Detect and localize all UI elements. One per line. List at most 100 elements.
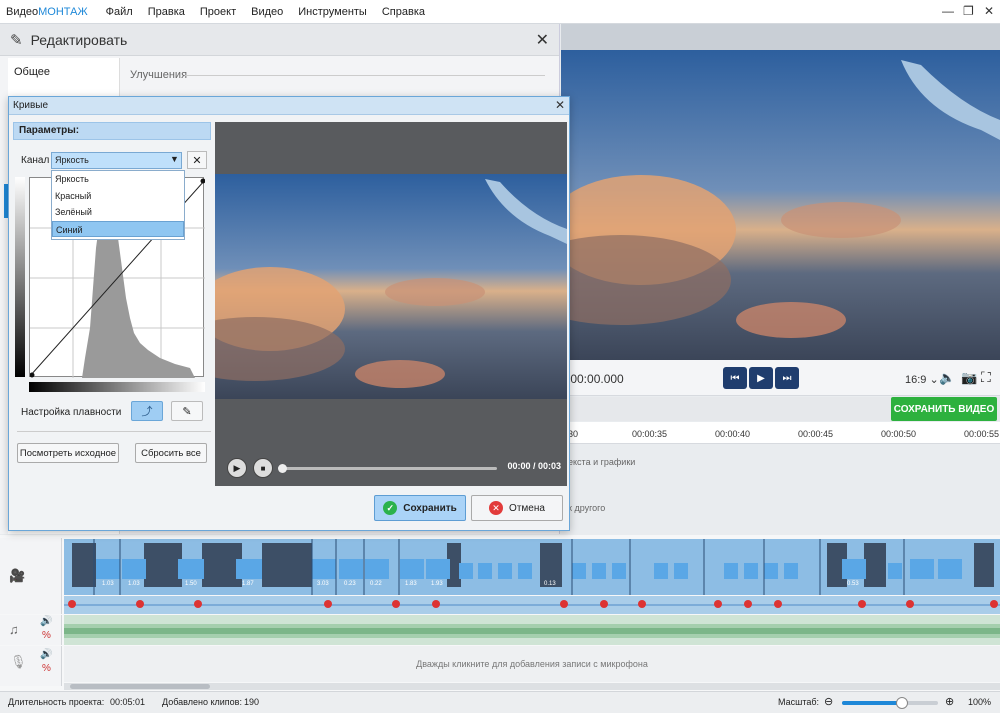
zoom-slider-handle[interactable] — [895, 697, 908, 709]
ruler-tick: 00:00:40 — [715, 429, 751, 439]
logo-suffix: МОНТАЖ — [38, 5, 88, 18]
zoom-value: 100% — [968, 697, 992, 707]
dialog-time: 00:00 / 00:03 — [507, 461, 561, 471]
play-icon: ▶ — [233, 462, 241, 473]
audio-waveform — [64, 624, 1000, 638]
skip-back-icon: ⏮ — [730, 372, 740, 384]
edit-icon: ✎ — [10, 31, 23, 49]
project-length-label: Длительность проекта: — [8, 697, 105, 707]
channel-option-blue[interactable]: Синий — [52, 220, 184, 237]
view-original-button[interactable]: Посмотреть исходное — [17, 443, 119, 463]
close-window-button[interactable]: ✕ — [984, 4, 994, 18]
pencil-tool-button[interactable]: ✎ — [171, 401, 203, 421]
dialog-preview: ▶ ■ 00:00 / 00:03 — [215, 122, 567, 486]
save-button-label: Сохранить — [403, 502, 457, 514]
cancel-button[interactable]: ✕ Отмена — [471, 495, 563, 521]
clip-duration: 1.03 — [102, 581, 114, 587]
app-logo: ВидеоМОНТАЖ — [0, 6, 88, 18]
dialog-stop-button[interactable]: ■ — [253, 458, 273, 478]
fullscreen-icon[interactable]: ⛶ — [981, 369, 991, 386]
seek-handle[interactable] — [278, 464, 287, 473]
curves-title-text: Кривые — [13, 100, 49, 111]
zoom-slider[interactable] — [842, 697, 938, 709]
prev-frame-button[interactable]: ⏮ — [723, 367, 747, 389]
restore-button[interactable]: ❐ — [963, 4, 974, 18]
mic-track[interactable]: Дважды кликните для добавления записи с … — [64, 646, 1000, 682]
check-icon: ✓ — [383, 501, 398, 515]
logo-prefix: Видео — [6, 5, 39, 18]
zoom-in-icon[interactable]: ⊕ — [945, 695, 954, 708]
zoom-out-icon[interactable]: ⊖ — [824, 695, 833, 708]
text-track-hint: екста и графики — [568, 457, 636, 467]
transition-markers[interactable] — [64, 596, 1000, 614]
clips-label: Добавлено клипов: — [162, 697, 242, 707]
channel-option-brightness[interactable]: Яркость — [52, 171, 184, 188]
speaker-icon[interactable]: 🔊 — [40, 616, 52, 627]
clip-duration: 1.03 — [128, 581, 140, 587]
vertical-gradient — [15, 177, 25, 377]
channel-dropdown[interactable]: Яркость Красный Зелёный Синий — [51, 170, 185, 240]
timeline-scrollbar[interactable] — [64, 683, 1000, 690]
chevron-down-icon[interactable]: ▼ — [170, 154, 179, 164]
ruler-tick: 00:00:50 — [881, 429, 917, 439]
close-icon[interactable]: ✕ — [555, 98, 565, 112]
project-length: 00:05:01 — [110, 697, 146, 707]
timeline-ruler: 30 00:00:35 00:00:40 00:00:45 00:00:50 0… — [561, 422, 1000, 444]
preview-controls: :00:00.000 ⏮ ▶ ⏭ 16:9 ⌄ 🔈 📷 ⛶ — [561, 360, 1000, 396]
save-video-button[interactable]: СОХРАНИТЬ ВИДЕО — [891, 397, 997, 421]
dialog-play-button[interactable]: ▶ — [227, 458, 247, 478]
menu-project[interactable]: Проект — [200, 6, 236, 18]
minimize-button[interactable]: — — [942, 4, 954, 18]
save-button[interactable]: ✓ Сохранить — [374, 495, 466, 521]
horizontal-gradient — [29, 382, 205, 392]
menu-video[interactable]: Видео — [251, 6, 283, 18]
video-track[interactable]: 1.03 1.03 1.50 1.87 3.03 0.23 0.22 1.83 … — [64, 539, 1000, 595]
dialog-video — [215, 174, 567, 399]
section-divider — [185, 75, 545, 76]
edit-panel-header: ✎ Редактировать ✕ — [0, 24, 559, 56]
curve-icon: ⤴ — [141, 406, 153, 418]
clip-duration: 1.87 — [242, 581, 254, 587]
transitions-track[interactable] — [64, 596, 1000, 614]
video-clips[interactable] — [64, 539, 1000, 595]
edit-panel-title: Редактировать — [30, 31, 128, 48]
volume-icon[interactable]: 🔈 — [939, 370, 955, 386]
camera-icon[interactable]: 📷 — [961, 370, 977, 386]
close-icon[interactable]: ✕ — [536, 30, 549, 50]
next-frame-button[interactable]: ⏭ — [775, 367, 799, 389]
scrollbar-thumb[interactable] — [70, 684, 210, 689]
percent-icon[interactable]: % — [42, 630, 51, 641]
clip-duration: 1.83 — [405, 581, 417, 587]
zoom-slider-fill — [842, 701, 902, 705]
preview-header — [561, 24, 1000, 50]
music-note-icon: ♫ — [9, 622, 19, 637]
menu-tools[interactable]: Инструменты — [298, 6, 367, 18]
stop-icon: ■ — [260, 463, 266, 473]
aspect-ratio-select[interactable]: 16:9 ⌄ — [905, 373, 939, 386]
audio-track[interactable] — [64, 615, 1000, 645]
channel-select[interactable]: Яркость — [51, 152, 182, 169]
tab-general[interactable]: Общее — [14, 66, 50, 78]
smoothness-label: Настройка плавности — [21, 407, 122, 418]
smooth-curve-button[interactable]: ⤴ — [131, 401, 163, 421]
dialog-seek-bar[interactable] — [278, 464, 497, 473]
channel-option-green[interactable]: Зелёный — [52, 204, 184, 221]
time-readout: :00:00.000 — [567, 372, 624, 386]
menu-help[interactable]: Справка — [382, 6, 425, 18]
percent-icon[interactable]: % — [42, 663, 51, 674]
menu-edit[interactable]: Правка — [148, 6, 185, 18]
video-camera-icon: 🎥 — [9, 568, 26, 583]
channel-label: Канал — [21, 155, 50, 166]
channel-option-red[interactable]: Красный — [52, 188, 184, 205]
clip-duration: 0.53 — [847, 581, 859, 587]
status-bar: Длительность проекта: 00:05:01 Добавлено… — [0, 691, 1000, 713]
curves-dialog: Кривые ✕ Параметры: Канал Яркость ▼ ✕ Яр… — [8, 96, 570, 531]
play-button[interactable]: ▶ — [749, 367, 773, 389]
cancel-icon: ✕ — [489, 501, 504, 515]
dialog-sky-image — [215, 174, 567, 399]
clip-duration: 0.13 — [544, 581, 556, 587]
speaker-icon[interactable]: 🔊 — [40, 649, 52, 660]
reset-all-button[interactable]: Сбросить все — [135, 443, 207, 463]
clear-channel-button[interactable]: ✕ — [187, 151, 207, 169]
menu-file[interactable]: Файл — [106, 6, 133, 18]
